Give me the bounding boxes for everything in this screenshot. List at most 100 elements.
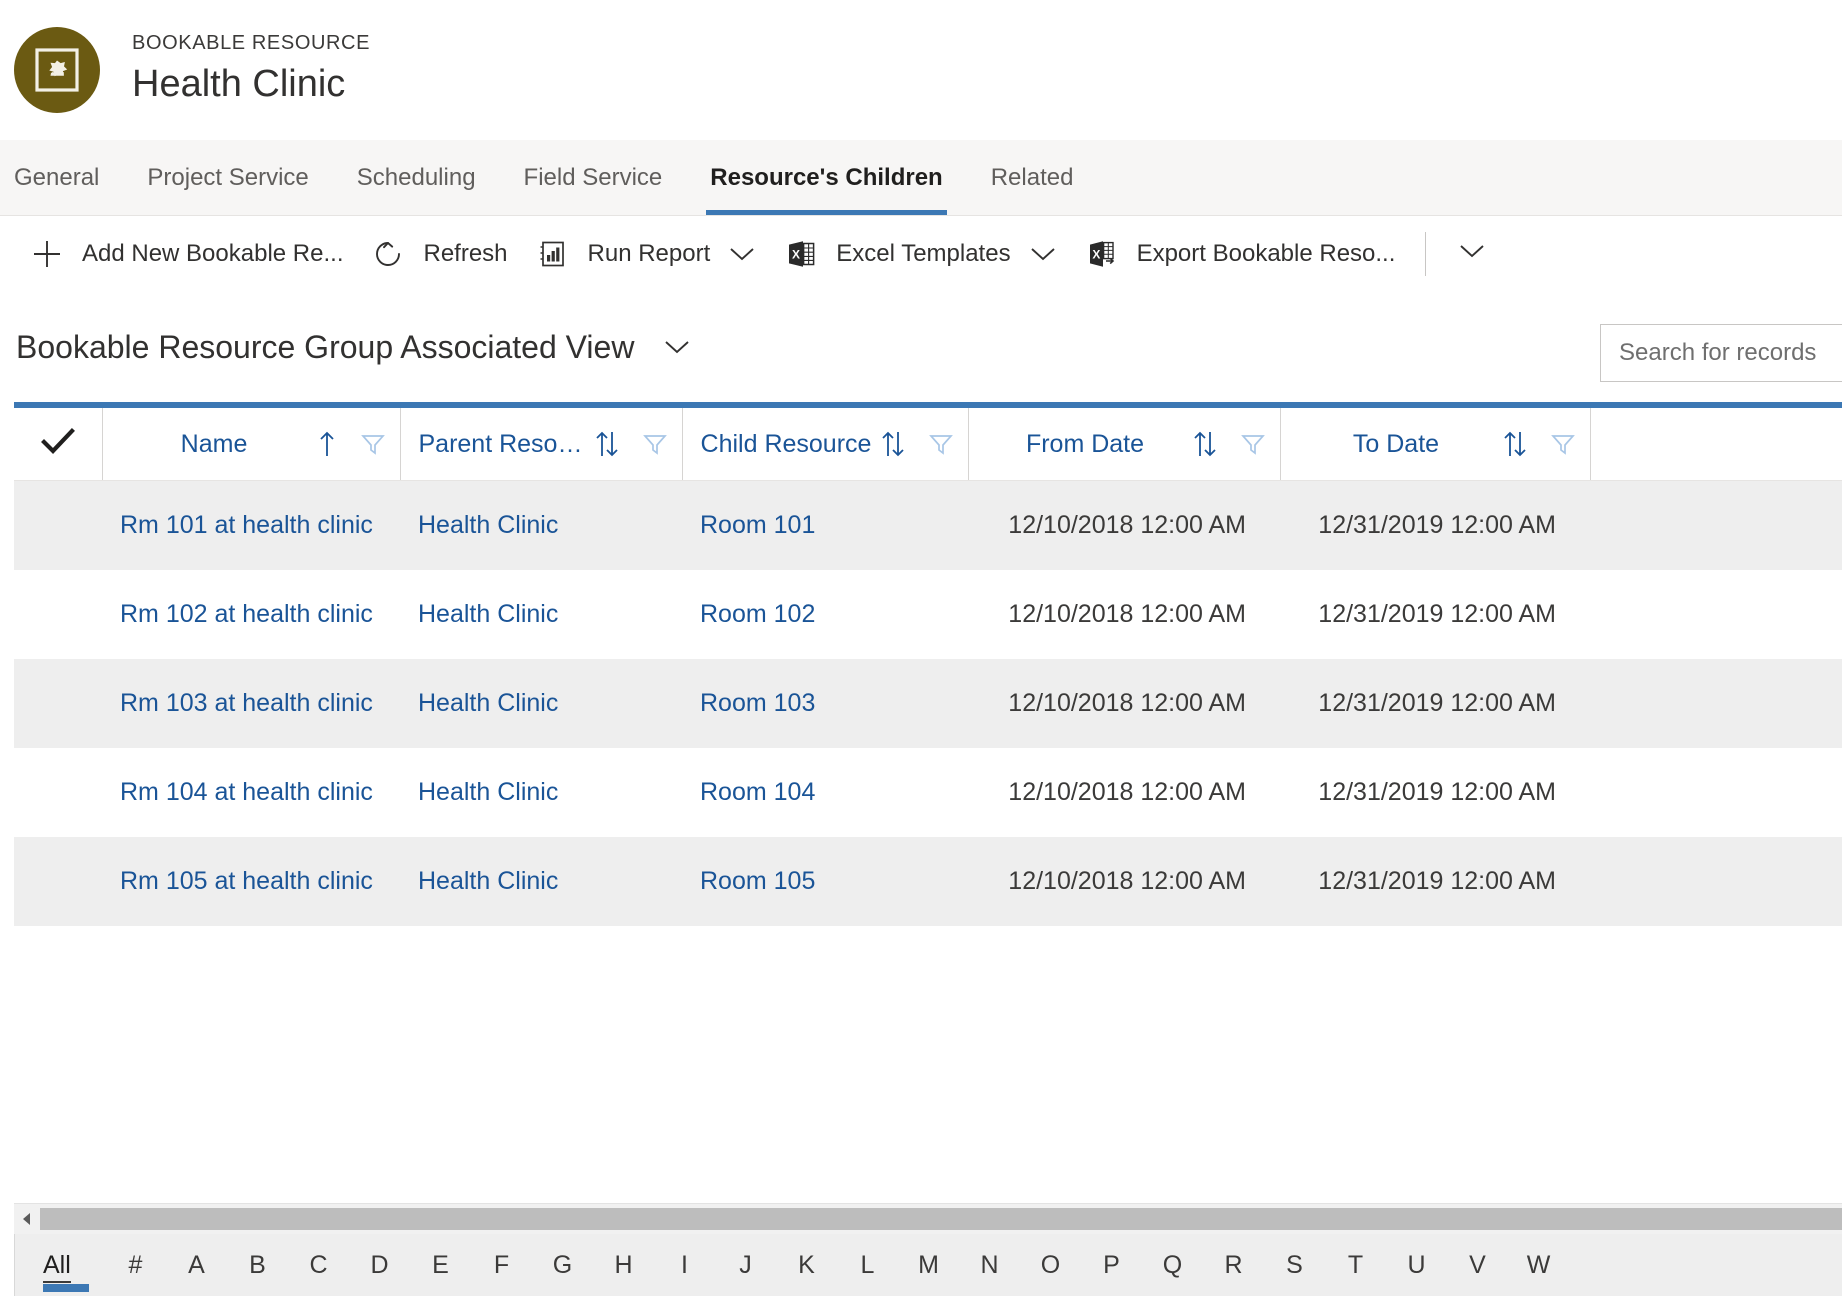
- cell-parent-resource[interactable]: Health Clinic: [400, 569, 682, 659]
- sort-toggle-icon[interactable]: [880, 429, 906, 459]
- table-row[interactable]: Rm 105 at health clinic Health Clinic Ro…: [14, 836, 1842, 926]
- grid-horizontal-scrollbar[interactable]: [14, 1203, 1842, 1234]
- alpha-filter-g[interactable]: G: [532, 1251, 593, 1280]
- alpha-filter-p[interactable]: P: [1081, 1251, 1142, 1280]
- tab-general[interactable]: General: [14, 140, 123, 215]
- tab-project-service[interactable]: Project Service: [123, 140, 332, 215]
- alpha-filter-h[interactable]: H: [593, 1251, 654, 1280]
- add-new-bookable-resource-button[interactable]: Add New Bookable Re...: [16, 226, 357, 282]
- alpha-filter-q[interactable]: Q: [1142, 1251, 1203, 1280]
- cell-parent-resource[interactable]: Health Clinic: [400, 747, 682, 837]
- cell-child-resource[interactable]: Room 102: [682, 569, 968, 659]
- sort-toggle-icon[interactable]: [594, 429, 620, 459]
- table-row[interactable]: Rm 101 at health clinic Health Clinic Ro…: [14, 480, 1842, 570]
- cell-parent-resource[interactable]: Health Clinic: [400, 836, 682, 926]
- alpha-filter-r[interactable]: R: [1203, 1251, 1264, 1280]
- cell-child-resource[interactable]: Room 104: [682, 747, 968, 837]
- sort-toggle-icon[interactable]: [1192, 429, 1218, 459]
- cell-child-resource[interactable]: Room 105: [682, 836, 968, 926]
- record-link[interactable]: Room 104: [700, 778, 815, 806]
- cell-child-resource[interactable]: Room 103: [682, 658, 968, 748]
- record-link[interactable]: Rm 105 at health clinic: [120, 867, 373, 895]
- record-link[interactable]: Rm 103 at health clinic: [120, 689, 373, 717]
- cell-parent-resource[interactable]: Health Clinic: [400, 480, 682, 570]
- alpha-filter-w[interactable]: W: [1508, 1251, 1569, 1280]
- chevron-down-icon[interactable]: [1029, 245, 1057, 263]
- alpha-filter-hash[interactable]: #: [105, 1251, 166, 1280]
- alpha-filter-b[interactable]: B: [227, 1251, 288, 1280]
- record-link[interactable]: Rm 104 at health clinic: [120, 778, 373, 806]
- alpha-filter-i[interactable]: I: [654, 1251, 715, 1280]
- record-link[interactable]: Room 103: [700, 689, 815, 717]
- record-link[interactable]: Health Clinic: [418, 867, 558, 895]
- record-link[interactable]: Room 105: [700, 867, 815, 895]
- tab-field-service[interactable]: Field Service: [500, 140, 687, 215]
- sort-toggle-icon[interactable]: [1502, 429, 1528, 459]
- filter-icon[interactable]: [360, 431, 386, 457]
- table-row[interactable]: Rm 104 at health clinic Health Clinic Ro…: [14, 747, 1842, 837]
- excel-templates-button[interactable]: X Excel Templates: [770, 226, 1070, 282]
- alpha-filter-l[interactable]: L: [837, 1251, 898, 1280]
- cell-name[interactable]: Rm 101 at health clinic: [102, 480, 400, 570]
- search-input[interactable]: [1601, 325, 1842, 381]
- column-header-from-date[interactable]: From Date: [968, 408, 1281, 481]
- scroll-left-arrow-icon[interactable]: [14, 1204, 40, 1234]
- chevron-down-icon[interactable]: [728, 245, 756, 263]
- tab-related[interactable]: Related: [967, 140, 1098, 215]
- run-report-button[interactable]: Run Report: [522, 226, 771, 282]
- alpha-filter-f[interactable]: F: [471, 1251, 532, 1280]
- alpha-filter-all[interactable]: All: [43, 1250, 95, 1292]
- filter-icon[interactable]: [642, 431, 668, 457]
- select-all-header[interactable]: [14, 408, 103, 481]
- filter-icon[interactable]: [1550, 431, 1576, 457]
- alpha-filter-a[interactable]: A: [166, 1251, 227, 1280]
- alpha-filter-j[interactable]: J: [715, 1251, 776, 1280]
- view-selector-chevron-down-icon[interactable]: [662, 337, 692, 357]
- table-row[interactable]: Rm 102 at health clinic Health Clinic Ro…: [14, 569, 1842, 659]
- row-select-cell[interactable]: [14, 836, 102, 926]
- column-header-to-date[interactable]: To Date: [1280, 408, 1591, 481]
- record-link[interactable]: Health Clinic: [418, 689, 558, 717]
- tab-resources-children[interactable]: Resource's Children: [686, 140, 966, 215]
- cell-parent-resource[interactable]: Health Clinic: [400, 658, 682, 748]
- record-link[interactable]: Room 102: [700, 600, 815, 628]
- alpha-filter-s[interactable]: S: [1264, 1251, 1325, 1280]
- column-header-name[interactable]: Name: [102, 408, 401, 481]
- row-select-cell[interactable]: [14, 480, 102, 570]
- row-select-cell[interactable]: [14, 747, 102, 837]
- search-box[interactable]: [1600, 324, 1842, 382]
- alpha-filter-u[interactable]: U: [1386, 1251, 1447, 1280]
- alpha-filter-m[interactable]: M: [898, 1251, 959, 1280]
- cell-name[interactable]: Rm 103 at health clinic: [102, 658, 400, 748]
- alpha-filter-v[interactable]: V: [1447, 1251, 1508, 1280]
- row-select-cell[interactable]: [14, 658, 102, 748]
- alpha-filter-e[interactable]: E: [410, 1251, 471, 1280]
- record-link[interactable]: Health Clinic: [418, 778, 558, 806]
- cell-name[interactable]: Rm 102 at health clinic: [102, 569, 400, 659]
- cell-child-resource[interactable]: Room 101: [682, 480, 968, 570]
- record-link[interactable]: Rm 101 at health clinic: [120, 511, 373, 539]
- record-link[interactable]: Rm 102 at health clinic: [120, 600, 373, 628]
- record-link[interactable]: Room 101: [700, 511, 815, 539]
- alpha-filter-t[interactable]: T: [1325, 1251, 1386, 1280]
- filter-icon[interactable]: [1240, 431, 1266, 457]
- row-select-cell[interactable]: [14, 569, 102, 659]
- alpha-filter-c[interactable]: C: [288, 1251, 349, 1280]
- alpha-filter-d[interactable]: D: [349, 1251, 410, 1280]
- refresh-button[interactable]: Refresh: [357, 226, 521, 282]
- table-row[interactable]: Rm 103 at health clinic Health Clinic Ro…: [14, 658, 1842, 748]
- record-link[interactable]: Health Clinic: [418, 600, 558, 628]
- alpha-filter-k[interactable]: K: [776, 1251, 837, 1280]
- column-header-child-resource[interactable]: Child Resource: [682, 408, 969, 481]
- alpha-filter-o[interactable]: O: [1020, 1251, 1081, 1280]
- export-bookable-resources-button[interactable]: X Export Bookable Reso...: [1071, 226, 1410, 282]
- record-link[interactable]: Health Clinic: [418, 511, 558, 539]
- cell-name[interactable]: Rm 104 at health clinic: [102, 747, 400, 837]
- sort-ascending-icon[interactable]: [316, 429, 338, 459]
- cell-name[interactable]: Rm 105 at health clinic: [102, 836, 400, 926]
- filter-icon[interactable]: [928, 431, 954, 457]
- column-header-parent-resource[interactable]: Parent Resour...: [400, 408, 683, 481]
- command-overflow-button[interactable]: [1442, 226, 1502, 282]
- tab-scheduling[interactable]: Scheduling: [333, 140, 500, 215]
- alpha-filter-n[interactable]: N: [959, 1251, 1020, 1280]
